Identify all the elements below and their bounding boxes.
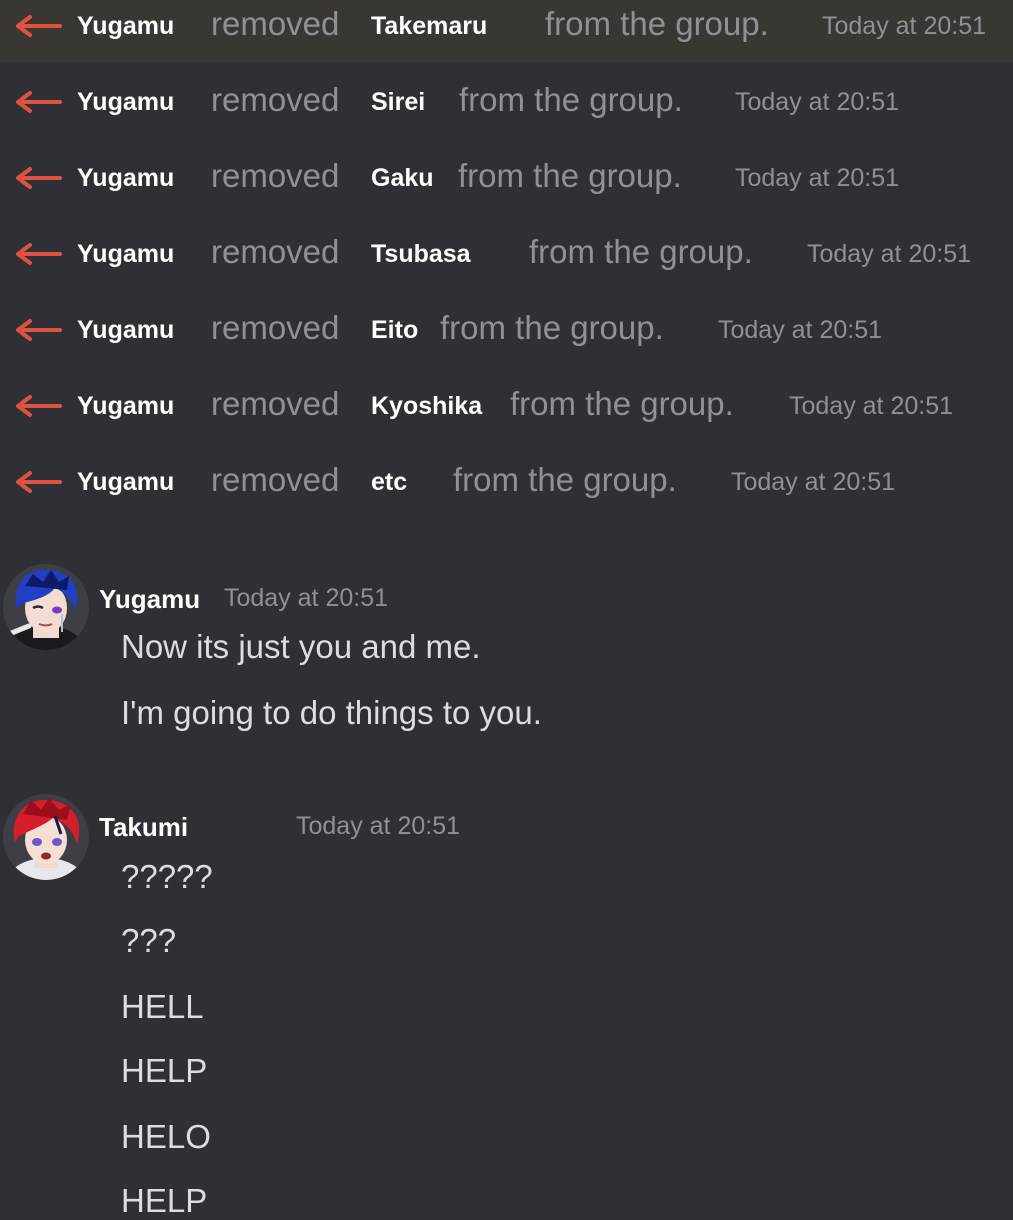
system-message: Yugamu removed Sirei from the group. Tod… xyxy=(0,76,1013,152)
system-message-actor[interactable]: Yugamu xyxy=(77,392,174,421)
system-message-timestamp: Today at 20:51 xyxy=(789,392,954,420)
system-message-actor[interactable]: Yugamu xyxy=(77,240,174,269)
message-timestamp: Today at 20:51 xyxy=(224,584,389,612)
arrow-left-icon xyxy=(16,167,62,189)
system-message-actor[interactable]: Yugamu xyxy=(77,164,174,193)
system-message-suffix: from the group. xyxy=(440,309,664,346)
avatar[interactable] xyxy=(3,794,89,880)
arrow-left-icon xyxy=(16,91,62,113)
system-message-target[interactable]: etc xyxy=(371,468,407,497)
system-message: Yugamu removed etc from the group. Today… xyxy=(0,456,1013,532)
arrow-left-icon xyxy=(16,15,62,37)
system-message-verb: removed xyxy=(211,233,340,270)
system-message-target[interactable]: Takemaru xyxy=(371,12,487,41)
avatar[interactable] xyxy=(3,564,89,650)
system-message: Yugamu removed Takemaru from the group. … xyxy=(0,0,1013,76)
system-message-actor[interactable]: Yugamu xyxy=(77,88,174,117)
message-group: Takumi Today at 20:51 ????? ??? HELL HEL… xyxy=(0,790,1013,1219)
system-message-target[interactable]: Eito xyxy=(371,316,418,345)
system-message-timestamp: Today at 20:51 xyxy=(822,12,987,40)
system-message-suffix: from the group. xyxy=(545,5,769,42)
message-text: ??? xyxy=(121,922,177,959)
system-message-verb: removed xyxy=(211,385,340,422)
system-message-timestamp: Today at 20:51 xyxy=(718,316,883,344)
system-message-timestamp: Today at 20:51 xyxy=(807,240,972,268)
system-message-verb: removed xyxy=(211,81,340,118)
system-message-verb: removed xyxy=(211,5,340,42)
system-message-verb: removed xyxy=(211,157,340,194)
system-message-target[interactable]: Sirei xyxy=(371,88,425,117)
message-text: HELP xyxy=(121,1052,208,1089)
message-text: Now its just you and me. xyxy=(121,628,481,665)
arrow-left-icon xyxy=(16,243,62,265)
message-author[interactable]: Takumi xyxy=(99,812,188,843)
system-message: Yugamu removed Gaku from the group. Toda… xyxy=(0,152,1013,228)
system-message-suffix: from the group. xyxy=(529,233,753,270)
system-message-target[interactable]: Kyoshika xyxy=(371,392,482,421)
arrow-left-icon xyxy=(16,471,62,493)
system-message-target[interactable]: Tsubasa xyxy=(371,240,471,269)
message-text: I'm going to do things to you. xyxy=(121,694,542,731)
system-message-timestamp: Today at 20:51 xyxy=(735,164,900,192)
system-message-suffix: from the group. xyxy=(453,461,677,498)
avatar-blue-hair-icon xyxy=(3,564,89,650)
message-text: ????? xyxy=(121,858,213,895)
system-message-verb: removed xyxy=(211,309,340,346)
system-message: Yugamu removed Kyoshika from the group. … xyxy=(0,380,1013,456)
system-message-timestamp: Today at 20:51 xyxy=(731,468,896,496)
message-author[interactable]: Yugamu xyxy=(99,584,200,615)
message-timestamp: Today at 20:51 xyxy=(296,812,461,840)
system-message-actor[interactable]: Yugamu xyxy=(77,316,174,345)
message-group: Yugamu Today at 20:51 Now its just you a… xyxy=(0,560,1013,750)
arrow-left-icon xyxy=(16,395,62,417)
message-text: HELO xyxy=(121,1118,211,1155)
avatar-red-hair-icon xyxy=(3,794,89,880)
system-message: Yugamu removed Eito from the group. Toda… xyxy=(0,304,1013,380)
message-text: HELL xyxy=(121,988,204,1025)
system-message-suffix: from the group. xyxy=(510,385,734,422)
system-message-actor[interactable]: Yugamu xyxy=(77,468,174,497)
system-message-target[interactable]: Gaku xyxy=(371,164,434,193)
system-message-timestamp: Today at 20:51 xyxy=(735,88,900,116)
system-message: Yugamu removed Tsubasa from the group. T… xyxy=(0,228,1013,304)
system-message-suffix: from the group. xyxy=(458,157,682,194)
message-text: HELP xyxy=(121,1182,208,1219)
system-message-suffix: from the group. xyxy=(459,81,683,118)
system-message-actor[interactable]: Yugamu xyxy=(77,12,174,41)
system-message-verb: removed xyxy=(211,461,340,498)
arrow-left-icon xyxy=(16,319,62,341)
